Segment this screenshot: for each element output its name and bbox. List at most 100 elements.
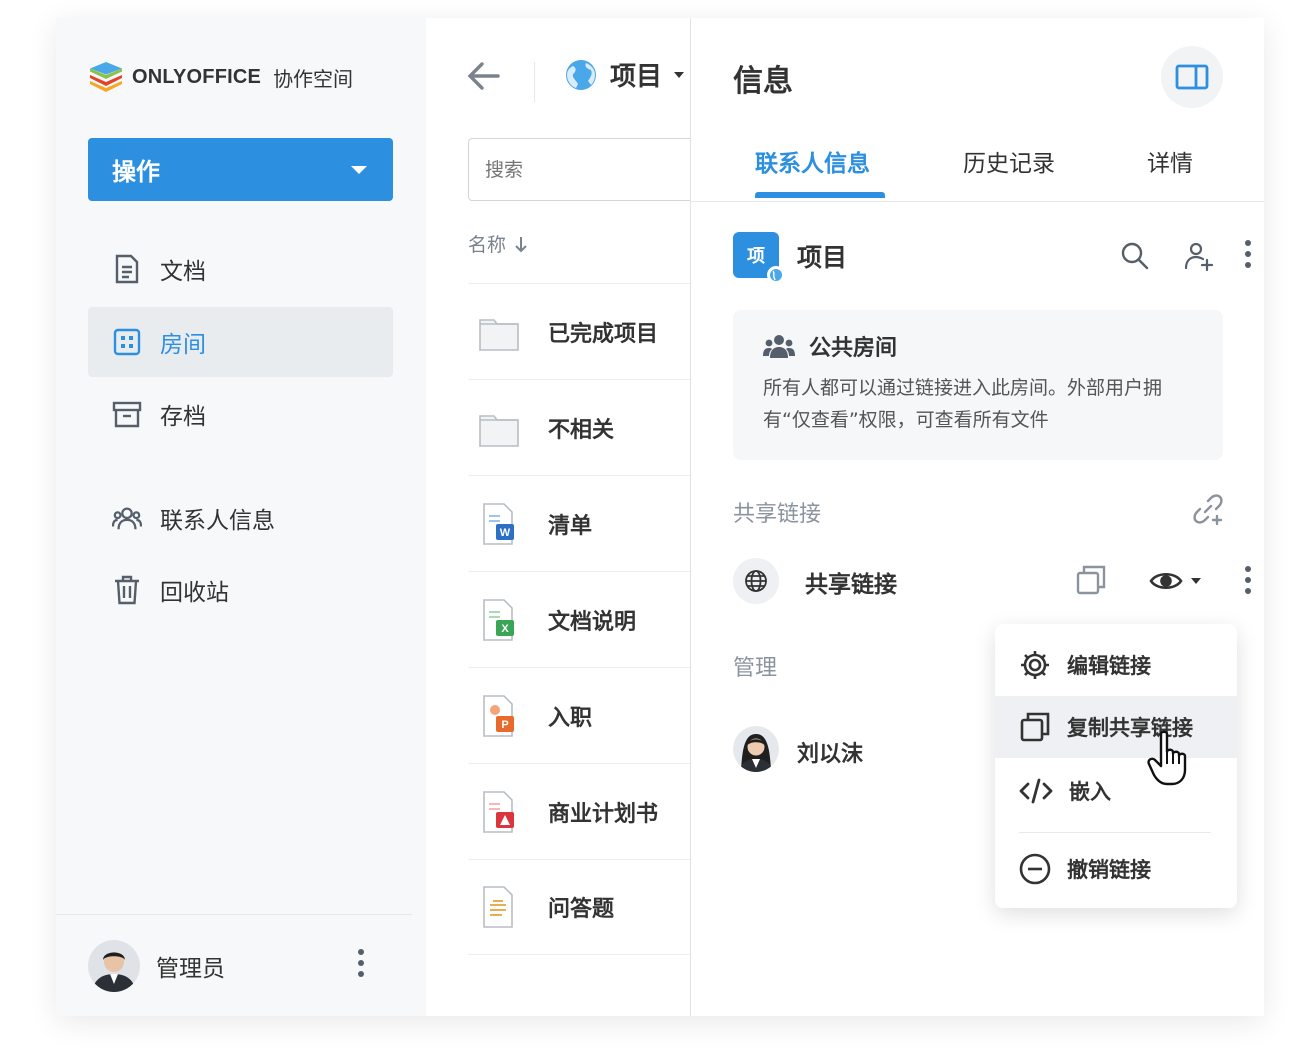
presentation-icon: P: [483, 694, 514, 737]
file-name: 问答题: [548, 897, 615, 922]
globe-icon: [733, 558, 779, 604]
menu-item-revoke-link[interactable]: 撤销链接: [995, 838, 1237, 900]
onlyoffice-logo-icon: [90, 62, 122, 92]
info-title: 信息: [733, 64, 793, 99]
globe-icon: [767, 266, 785, 284]
tab-details[interactable]: 详情: [1147, 144, 1193, 178]
search-input[interactable]: [468, 138, 690, 201]
file-name: 清单: [548, 513, 593, 539]
user-name: 管理员: [156, 955, 225, 982]
spreadsheet-icon: X: [483, 598, 514, 641]
active-tab-indicator: [755, 192, 885, 198]
gear-icon: [1021, 651, 1049, 679]
tab-contacts[interactable]: 联系人信息: [755, 144, 870, 178]
access-level-dropdown[interactable]: [1149, 570, 1201, 592]
rooms-icon: [112, 327, 142, 357]
menu-item-embed[interactable]: 嵌入: [995, 760, 1237, 822]
actions-button-label: 操作: [112, 158, 160, 186]
contacts-icon: [112, 503, 142, 533]
menu-item-label: 编辑链接: [1067, 654, 1151, 678]
share-link-context-menu: 编辑链接 复制共享链接 嵌入 撤销链接: [995, 624, 1237, 908]
logo[interactable]: ONLYOFFICE 协作空间: [88, 60, 353, 94]
svg-text:P: P: [501, 719, 508, 731]
logo-brand: ONLYOFFICE: [132, 65, 262, 88]
sidebar-item-label: 回收站: [160, 580, 229, 606]
list-item[interactable]: 商业计划书: [468, 763, 690, 859]
sidebar-item-label: 文档: [160, 259, 206, 285]
copy-icon: [1020, 712, 1050, 742]
file-name: 不相关: [548, 417, 615, 443]
list-item[interactable]: W 清单: [468, 475, 690, 571]
sort-label: 名称: [468, 234, 507, 256]
sidebar: ONLYOFFICE 协作空间 操作 文档 房间 存档 联系人信息 回收站 管理…: [56, 18, 426, 1016]
word-document-icon: W: [483, 502, 514, 545]
logo-product: 协作空间: [273, 66, 354, 91]
globe-icon: [566, 59, 596, 90]
avatar: [733, 726, 779, 772]
eye-icon: [1149, 572, 1183, 590]
managers-label: 管理: [733, 656, 778, 681]
folder-icon: [479, 318, 519, 351]
room-badge-letter: 项: [747, 246, 765, 267]
room-title[interactable]: 项目: [564, 56, 685, 93]
menu-item-edit-link[interactable]: 编辑链接: [995, 634, 1237, 696]
more-icon[interactable]: [1245, 240, 1251, 268]
avatar: [88, 939, 140, 992]
actions-button[interactable]: 操作: [88, 138, 393, 201]
trash-icon: [112, 575, 142, 605]
code-icon: [1019, 778, 1053, 804]
back-arrow-icon[interactable]: [466, 58, 502, 94]
more-icon[interactable]: [358, 949, 364, 977]
group-icon: [763, 335, 795, 358]
list-item[interactable]: P 入职: [468, 667, 690, 763]
public-room-title: 公共房间: [809, 336, 898, 361]
svg-text:W: W: [500, 527, 511, 539]
room-icon: 项: [733, 232, 785, 284]
file-list-panel: 项目 名称 已完成项目 不相关: [426, 18, 690, 1016]
list-item[interactable]: 不相关: [468, 379, 690, 475]
svg-text:X: X: [501, 623, 509, 635]
info-tabs: 联系人信息 历史记录 详情: [733, 144, 1253, 202]
copy-link-icon[interactable]: [1075, 564, 1107, 600]
manager-name: 刘以沫: [797, 742, 864, 767]
text-file-icon: [483, 886, 513, 928]
document-icon: [112, 254, 142, 284]
search-icon[interactable]: [1117, 238, 1153, 274]
sidebar-item-trash[interactable]: 回收站: [88, 555, 393, 625]
current-user[interactable]: 管理员: [56, 914, 412, 1016]
file-name: 入职: [548, 705, 593, 731]
public-room-card: 公共房间 所有人都可以通过链接进入此房间。外部用户拥有“仅查看”权限，可查看所有…: [733, 310, 1223, 460]
file-name: 文档说明: [548, 609, 637, 635]
sidebar-item-archive[interactable]: 存档: [88, 379, 393, 449]
sidebar-item-rooms[interactable]: 房间: [88, 307, 393, 377]
chevron-down-icon: [351, 166, 367, 174]
hand-cursor-icon: [1147, 730, 1187, 786]
more-icon[interactable]: [1245, 566, 1251, 594]
menu-item-copy-share-link[interactable]: 复制共享链接: [995, 696, 1237, 758]
share-links-label: 共享链接: [733, 502, 822, 527]
sidebar-item-documents[interactable]: 文档: [88, 234, 393, 304]
info-panel: 信息 联系人信息 历史记录 详情 项 项目 公共房间 所有人都可以通过链接进入此…: [691, 18, 1264, 1016]
archive-icon: [112, 399, 142, 429]
sidebar-item-contacts[interactable]: 联系人信息: [88, 483, 393, 553]
list-item[interactable]: 已完成项目: [468, 283, 690, 379]
file-name: 商业计划书: [548, 801, 659, 827]
divider: [534, 62, 535, 102]
add-link-icon[interactable]: [1191, 492, 1225, 530]
room-name: 项目: [797, 243, 848, 272]
menu-divider: [1019, 832, 1211, 833]
sidebar-item-label: 房间: [160, 332, 206, 358]
add-user-icon[interactable]: [1181, 238, 1217, 274]
chevron-down-icon: [674, 71, 685, 78]
tab-history[interactable]: 历史记录: [963, 144, 1055, 178]
menu-item-label: 嵌入: [1069, 780, 1111, 804]
panel-toggle-button[interactable]: [1161, 46, 1223, 108]
divider: [691, 201, 1264, 202]
room-title-label: 项目: [610, 62, 663, 92]
chevron-down-icon: [1191, 578, 1201, 584]
arrow-down-icon: [515, 236, 527, 252]
sort-by-name[interactable]: 名称: [468, 230, 528, 257]
list-item[interactable]: 问答题: [468, 859, 690, 955]
list-item[interactable]: X 文档说明: [468, 571, 690, 667]
file-name: 已完成项目: [548, 321, 659, 347]
